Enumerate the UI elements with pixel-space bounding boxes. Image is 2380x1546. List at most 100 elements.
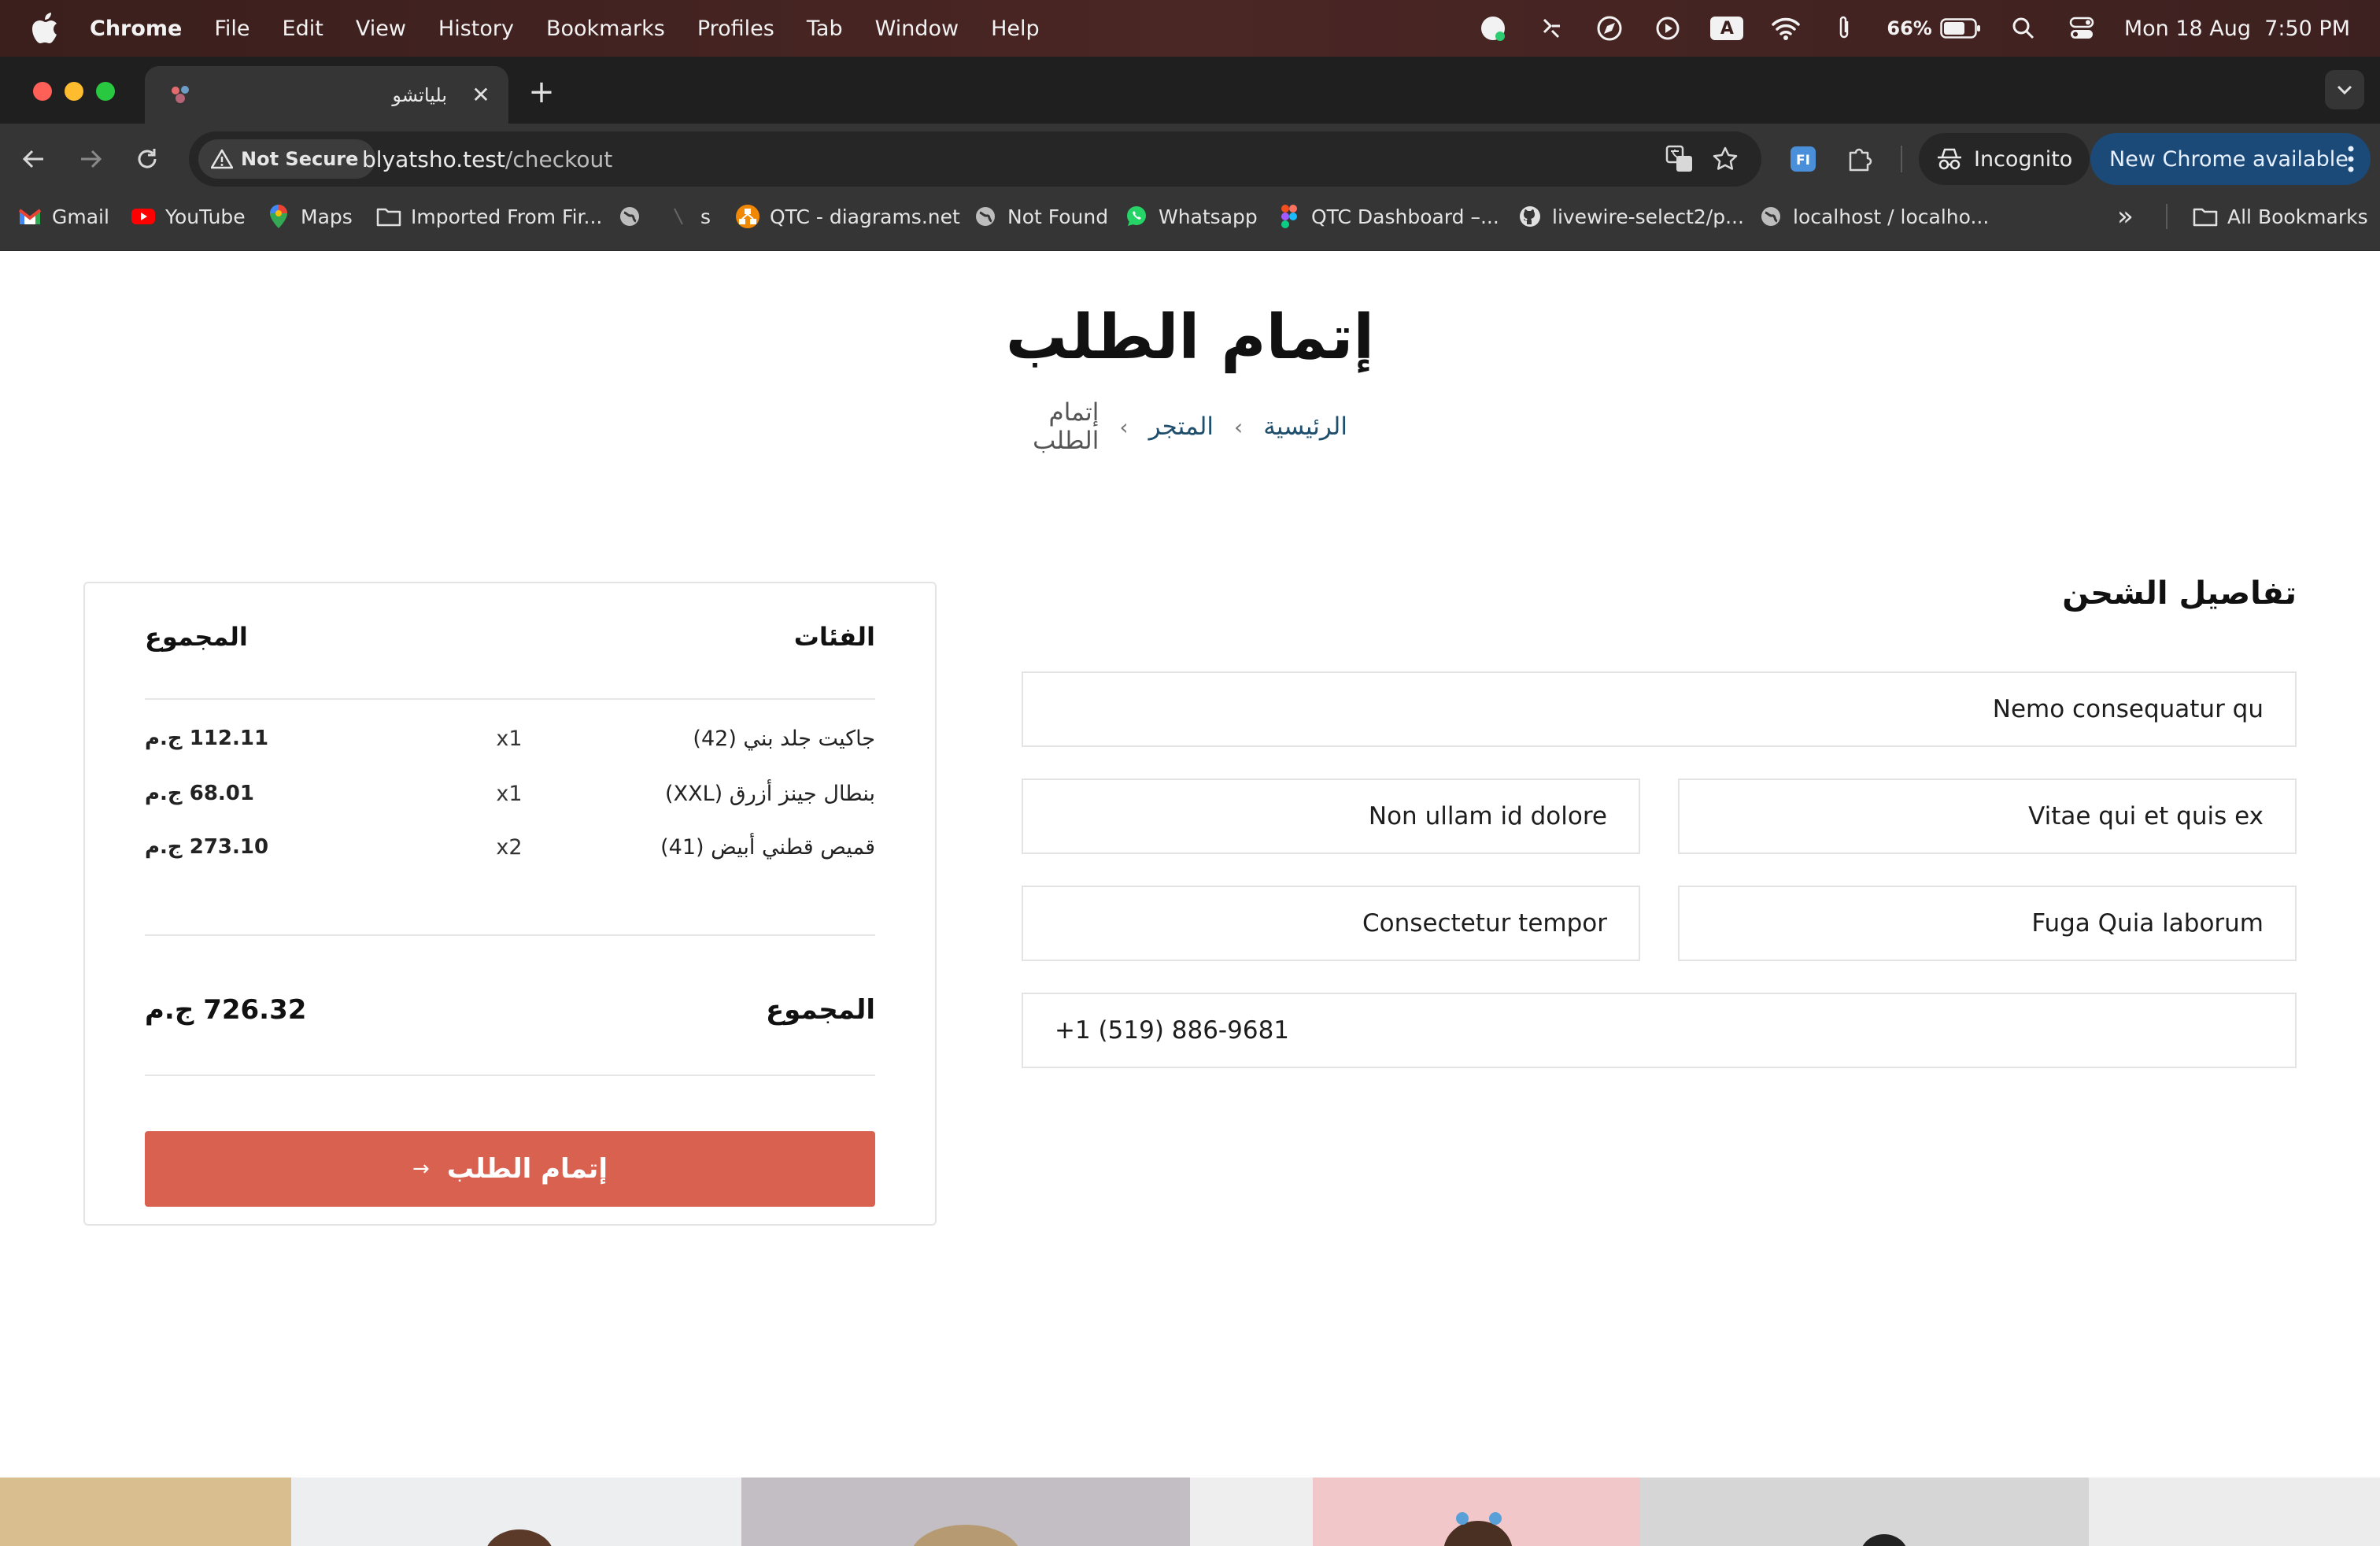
phone-input[interactable] [1055,1016,2264,1045]
gallery-photo[interactable] [1313,1478,1640,1546]
back-button[interactable] [16,141,52,177]
menu-window[interactable]: Window [875,17,959,41]
more-vertical-icon[interactable] [2347,144,2355,174]
svg-text:FI: FI [1796,153,1810,168]
battery-status[interactable]: 66% [1887,17,1980,39]
bookmark-label: Imported From Fir... [411,205,603,228]
youtube-icon [131,204,156,229]
shipping-input-left-1[interactable] [1055,802,1607,830]
extension-fi-icon[interactable]: FI [1785,141,1821,177]
bookmark-folder-imported[interactable]: Imported From Fir... [376,194,602,239]
summary-header-total: المجموع [145,622,248,652]
battery-icon [1940,18,1980,39]
bookmark-not-found[interactable]: Not Found [973,194,1108,239]
phone-field[interactable] [1022,993,2297,1068]
spotlight-search-icon[interactable] [2008,13,2039,44]
menu-profiles[interactable]: Profiles [697,17,774,41]
gallery-photo[interactable] [0,1478,291,1546]
all-bookmarks-button[interactable]: All Bookmarks [2193,194,2368,239]
shipping-details-title: تفاصيل الشحن [2062,575,2297,612]
gallery-photo[interactable] [1190,1478,1313,1546]
window-minimize-button[interactable] [65,82,83,101]
location-compass-icon[interactable] [1594,13,1625,44]
whatsapp-icon [1124,204,1149,229]
bookmark-livewire-select2[interactable]: livewire-select2/p... [1517,194,1744,239]
tab-close-icon[interactable]: ✕ [469,82,493,108]
menu-file[interactable]: File [214,17,249,41]
menu-bookmarks[interactable]: Bookmarks [546,17,665,41]
input-source-indicator[interactable]: A [1710,17,1744,40]
gallery-photo[interactable] [291,1478,741,1546]
bookmark-globe[interactable] [617,194,642,239]
menu-tab[interactable]: Tab [807,17,843,41]
shipping-field-left-2[interactable] [1022,886,1640,961]
shipping-field-right-1[interactable] [1678,779,2297,854]
control-center-icon[interactable] [2066,13,2097,44]
breadcrumb-home-link[interactable]: الرئيسية [1263,412,1347,441]
bookmark-star-icon[interactable] [1709,143,1741,175]
bookmark-qtc-diagrams[interactable]: QTC - diagrams.net [735,194,960,239]
maps-pin-icon [266,204,291,229]
github-icon [1517,204,1543,229]
translate-icon[interactable] [1664,143,1695,175]
bookmark-s[interactable]: s [666,194,711,239]
bookmarks-overflow-button[interactable]: » [2117,194,2134,239]
shipping-field-left-1[interactable] [1022,779,1640,854]
tab-active[interactable]: بلياتشو ✕ [145,66,508,124]
order-total-value: 726.32 ج.م [145,994,307,1026]
order-total-row: المجموع 726.32 ج.م [145,986,875,1034]
update-chrome-button[interactable]: New Chrome available [2090,133,2371,185]
menu-chrome[interactable]: Chrome [90,17,182,41]
menu-help[interactable]: Help [991,17,1040,41]
gallery-photo[interactable] [741,1478,1190,1546]
bookmark-youtube[interactable]: YouTube [131,194,246,239]
breadcrumb-shop-link[interactable]: المتجر [1149,412,1214,441]
url-text[interactable]: blyatsho.test/checkout [362,131,612,187]
screen-rotate-icon[interactable] [1536,13,1567,44]
shipping-field-right-2[interactable] [1678,886,2297,961]
tab-search-button[interactable] [2325,70,2364,109]
shipping-input-left-2[interactable] [1055,909,1607,938]
apple-logo-icon[interactable] [31,13,60,44]
address-field[interactable] [1022,671,2297,747]
tab-strip: بلياتشو ✕ + [0,57,2380,124]
bookmark-whatsapp[interactable]: Whatsapp [1124,194,1258,239]
place-order-button[interactable]: إتمام الطلب → [145,1131,875,1207]
shipping-input-right-2[interactable] [1711,909,2264,938]
bookmark-label: Whatsapp [1159,205,1258,228]
new-tab-button[interactable]: + [526,74,557,110]
address-bar[interactable]: Not Secure blyatsho.test/checkout [189,131,1761,187]
url-path: /checkout [504,146,613,172]
shipping-input-right-1[interactable] [1711,802,2264,830]
security-indicator[interactable]: Not Secure [198,139,376,179]
incognito-icon [1938,148,1961,170]
bookmark-gmail[interactable]: Gmail [17,194,109,239]
reload-button[interactable] [129,141,165,177]
shortcuts-icon[interactable] [1477,13,1509,44]
globe-icon [973,204,998,229]
gallery-photo[interactable] [2089,1478,2380,1546]
window-close-button[interactable] [33,82,52,101]
incognito-indicator[interactable]: Incognito [1919,133,2090,185]
bookmark-label: Gmail [52,205,109,228]
menubar-clock[interactable]: Mon 18 Aug 7:50 PM [2124,17,2350,41]
paperclip-icon[interactable] [1828,13,1860,44]
gallery-photo[interactable] [1640,1478,2089,1546]
breadcrumb-chevron-icon: › [1234,413,1244,440]
wifi-icon[interactable] [1770,13,1802,44]
bookmark-localhost[interactable]: localhost / localho... [1758,194,1989,239]
bookmark-label: QTC Dashboard –... [1311,205,1499,228]
extensions-puzzle-icon[interactable] [1842,141,1878,177]
address-input[interactable] [1055,695,2264,723]
bookmark-qtc-dashboard[interactable]: QTC Dashboard –... [1277,194,1499,239]
play-circle-icon[interactable] [1652,13,1683,44]
window-zoom-button[interactable] [96,82,115,101]
menu-view[interactable]: View [356,17,406,41]
forward-button[interactable] [72,141,109,177]
bookmark-maps[interactable]: Maps [266,194,353,239]
menu-history[interactable]: History [438,17,514,41]
bookmark-label: Maps [301,205,353,228]
order-item-name: بنطال جينز أزرق (XXL) [665,781,875,806]
menu-edit[interactable]: Edit [283,17,323,41]
summary-header-items: الفئات [793,622,875,652]
